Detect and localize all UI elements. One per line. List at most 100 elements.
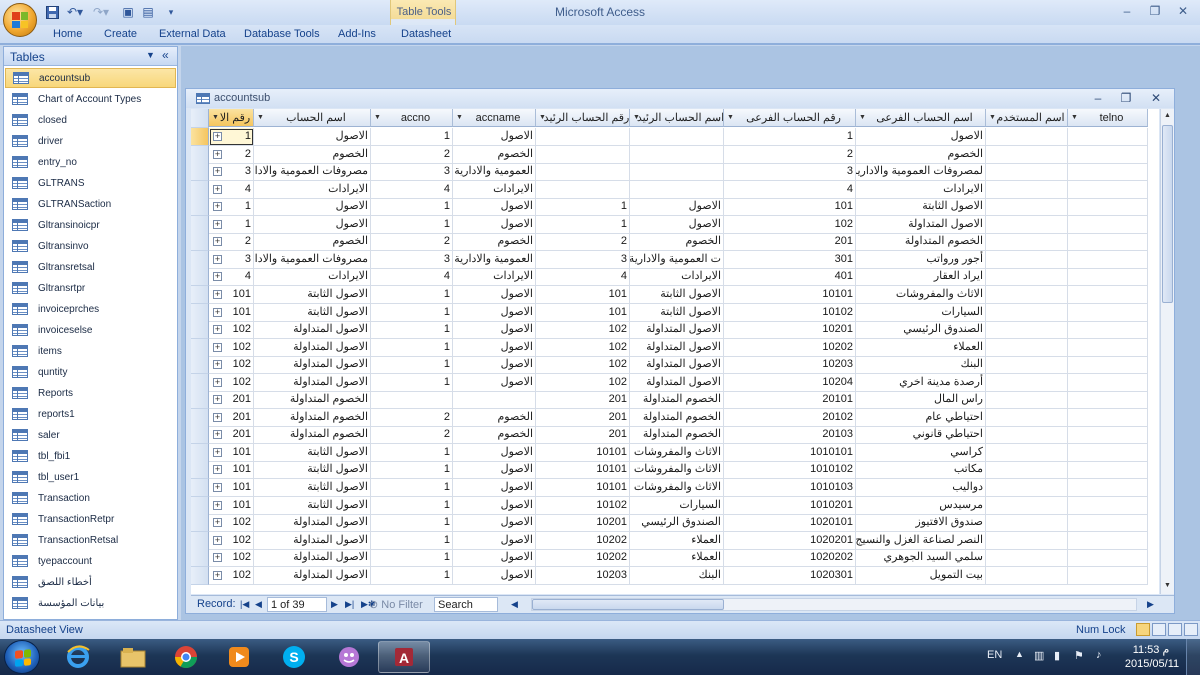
row-selector[interactable]	[191, 461, 209, 480]
table-cell[interactable]: 1	[371, 549, 453, 568]
table-cell[interactable]: الاصول الثابتة	[254, 303, 371, 322]
taskbar-explorer[interactable]	[107, 641, 159, 673]
expand-subdatasheet-icon[interactable]: +	[213, 570, 222, 580]
window-close-icon[interactable]: ✕	[1146, 90, 1166, 106]
table-cell[interactable]: الاصول الثابتة	[254, 461, 371, 480]
clock-time[interactable]: 11:53 م	[1126, 643, 1176, 656]
table-cell[interactable]	[986, 373, 1068, 392]
table-cell[interactable]: 102	[536, 373, 630, 392]
table-cell[interactable]: 1	[371, 356, 453, 375]
column-dropdown-icon[interactable]: ▼	[212, 114, 219, 121]
table-cell[interactable]: الاصول الثابتة	[856, 198, 986, 217]
table-cell[interactable]: السيارات	[630, 496, 724, 515]
action-center-icon[interactable]: ⚑	[1074, 649, 1084, 662]
table-cell[interactable]	[986, 128, 1068, 146]
table-cell[interactable]	[1068, 338, 1148, 357]
table-cell[interactable]: الاصول	[453, 356, 536, 375]
nav-item[interactable]: quntity	[5, 362, 176, 382]
nav-item[interactable]: Reports	[5, 383, 176, 403]
table-cell[interactable]: السيارات	[856, 303, 986, 322]
table-cell[interactable]: البنك	[630, 566, 724, 585]
table-cell[interactable]	[986, 514, 1068, 533]
table-cell[interactable]: الاصول	[453, 215, 536, 234]
expand-subdatasheet-icon[interactable]: +	[213, 237, 222, 247]
table-cell[interactable]: العملاء	[630, 549, 724, 568]
expand-subdatasheet-icon[interactable]: +	[213, 465, 222, 475]
table-cell[interactable]: 3	[724, 163, 856, 182]
table-cell[interactable]: العمومية والادارية	[453, 163, 536, 182]
table-cell[interactable]: العمومية والادارية	[453, 250, 536, 269]
table-cell[interactable]	[1068, 479, 1148, 497]
row-selector[interactable]	[191, 443, 209, 462]
row-selector[interactable]	[191, 373, 209, 392]
row-selector[interactable]	[191, 233, 209, 252]
table-cell[interactable]: الاصول الثابتة	[254, 285, 371, 304]
table-cell[interactable]: الخصوم	[453, 426, 536, 445]
table-cell[interactable]: الاصول	[254, 128, 371, 146]
table-cell[interactable]: 101	[536, 285, 630, 304]
table-cell[interactable]: احتياطي قانوني	[856, 426, 986, 445]
table-cell[interactable]: 10101	[536, 443, 630, 462]
expand-subdatasheet-icon[interactable]: +	[213, 535, 222, 545]
table-cell[interactable]	[1068, 443, 1148, 462]
nav-item[interactable]: saler	[5, 425, 176, 445]
table-cell[interactable]: الاصول المتداولة	[630, 338, 724, 357]
nav-item[interactable]: invoiceselse	[5, 320, 176, 340]
expand-subdatasheet-icon[interactable]: +	[213, 307, 222, 317]
expand-subdatasheet-icon[interactable]: +	[213, 289, 222, 299]
nav-item[interactable]: items	[5, 341, 176, 361]
row-selector[interactable]	[191, 531, 209, 550]
table-cell[interactable]: 1020101	[724, 514, 856, 533]
volume-icon[interactable]: ♪	[1096, 649, 1102, 661]
row-selector[interactable]	[191, 391, 209, 410]
row-selector[interactable]	[191, 268, 209, 287]
table-cell[interactable]: الاصول المتداولة	[630, 356, 724, 375]
expand-subdatasheet-icon[interactable]: +	[213, 167, 222, 177]
row-selector[interactable]	[191, 180, 209, 199]
table-cell[interactable]: 102	[724, 215, 856, 234]
table-cell[interactable]: 1	[371, 566, 453, 585]
table-cell[interactable]: 10201	[724, 321, 856, 340]
table-cell[interactable]: ت العمومية والادارية	[630, 250, 724, 269]
table-cell[interactable]	[630, 180, 724, 199]
row-selector[interactable]	[191, 285, 209, 304]
row-selector[interactable]	[191, 514, 209, 533]
table-cell[interactable]	[986, 198, 1068, 217]
expand-subdatasheet-icon[interactable]: +	[213, 518, 222, 528]
table-cell[interactable]	[630, 163, 724, 182]
table-cell[interactable]: 3	[371, 163, 453, 182]
table-cell[interactable]	[1068, 163, 1148, 182]
table-cell[interactable]: الايرادات	[453, 180, 536, 199]
table-cell[interactable]	[1068, 531, 1148, 550]
battery-icon[interactable]: ▮	[1054, 649, 1060, 662]
scroll-right-icon[interactable]: ▶	[1147, 599, 1154, 610]
table-cell[interactable]	[630, 145, 724, 164]
table-cell[interactable]: الاصول	[453, 128, 536, 146]
table-cell[interactable]: الصندوق الرئيسي	[630, 514, 724, 533]
table-cell[interactable]	[986, 180, 1068, 199]
column-header[interactable]: ▼ accname	[453, 109, 536, 127]
current-record-field[interactable]: 1 of 39	[267, 597, 327, 612]
search-input[interactable]: Search	[434, 597, 498, 612]
table-cell[interactable]	[1068, 180, 1148, 199]
table-cell[interactable]: الاصول المتداولة	[254, 549, 371, 568]
table-cell[interactable]: الاصول	[453, 461, 536, 480]
table-cell[interactable]: النصر لصناعة الغزل والنسيج	[856, 531, 986, 550]
network-error-icon[interactable]: ▥	[1034, 649, 1044, 662]
table-cell[interactable]: 10101	[536, 461, 630, 480]
first-record-icon[interactable]: |◀	[240, 599, 249, 610]
table-cell[interactable]: 2	[371, 426, 453, 445]
table-cell[interactable]: 1	[536, 198, 630, 217]
row-selector[interactable]	[191, 549, 209, 568]
table-cell[interactable]: لمصروفات العمومية والادارية	[856, 163, 986, 182]
table-cell[interactable]: الصندوق الرئيسي	[856, 321, 986, 340]
tab-datasheet[interactable]: Datasheet	[401, 28, 451, 40]
column-dropdown-icon[interactable]: ▼	[859, 114, 866, 121]
column-header[interactable]: ▼ اسم الحساب الفرعى	[856, 109, 986, 127]
table-cell[interactable]: 201	[536, 426, 630, 445]
column-dropdown-icon[interactable]: ▼	[374, 114, 381, 121]
table-cell[interactable]	[1068, 461, 1148, 480]
table-cell[interactable]	[986, 321, 1068, 340]
table-cell[interactable]: 1	[536, 215, 630, 234]
table-cell[interactable]: بيت التمويل	[856, 566, 986, 585]
